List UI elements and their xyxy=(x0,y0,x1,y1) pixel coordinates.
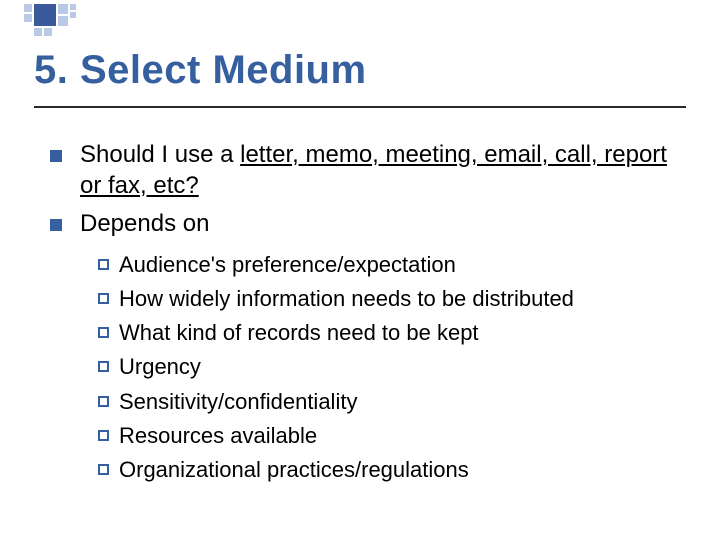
sub-bullet-item: How widely information needs to be distr… xyxy=(98,282,680,316)
sub-bullet-list: Audience's preference/expectation How wi… xyxy=(98,248,680,487)
sub-bullet-text: Resources available xyxy=(119,419,680,453)
square-bullet-icon xyxy=(50,219,62,231)
sub-bullet-item: Organizational practices/regulations xyxy=(98,453,680,487)
sub-bullet-text: How widely information needs to be distr… xyxy=(119,282,680,316)
sub-bullet-item: What kind of records need to be kept xyxy=(98,316,680,350)
hollow-square-bullet-icon xyxy=(98,259,109,270)
bullet-text: Should I use a letter, memo, meeting, em… xyxy=(80,140,680,201)
slide: 5. Select Medium Should I use a letter, … xyxy=(0,0,720,540)
sub-bullet-text: Audience's preference/expectation xyxy=(119,248,680,282)
slide-content: Should I use a letter, memo, meeting, em… xyxy=(50,140,680,487)
bullet-item: Should I use a letter, memo, meeting, em… xyxy=(50,140,680,201)
bullet-plain: Depends on xyxy=(80,210,209,237)
bullet-plain: Should I use a xyxy=(80,141,240,168)
sub-bullet-text: What kind of records need to be kept xyxy=(119,316,680,350)
corner-decoration xyxy=(0,0,120,40)
bullet-item: Depends on xyxy=(50,209,680,240)
sub-bullet-text: Urgency xyxy=(119,350,680,384)
hollow-square-bullet-icon xyxy=(98,464,109,475)
sub-bullet-item: Sensitivity/confidentiality xyxy=(98,385,680,419)
hollow-square-bullet-icon xyxy=(98,327,109,338)
square-bullet-icon xyxy=(50,150,62,162)
hollow-square-bullet-icon xyxy=(98,293,109,304)
sub-bullet-text: Organizational practices/regulations xyxy=(119,453,680,487)
hollow-square-bullet-icon xyxy=(98,430,109,441)
slide-title: 5. Select Medium xyxy=(34,48,367,93)
bullet-text: Depends on xyxy=(80,209,680,240)
hollow-square-bullet-icon xyxy=(98,361,109,372)
sub-bullet-item: Resources available xyxy=(98,419,680,453)
hollow-square-bullet-icon xyxy=(98,396,109,407)
sub-bullet-text: Sensitivity/confidentiality xyxy=(119,385,680,419)
title-divider xyxy=(34,106,686,108)
sub-bullet-item: Urgency xyxy=(98,350,680,384)
sub-bullet-item: Audience's preference/expectation xyxy=(98,248,680,282)
